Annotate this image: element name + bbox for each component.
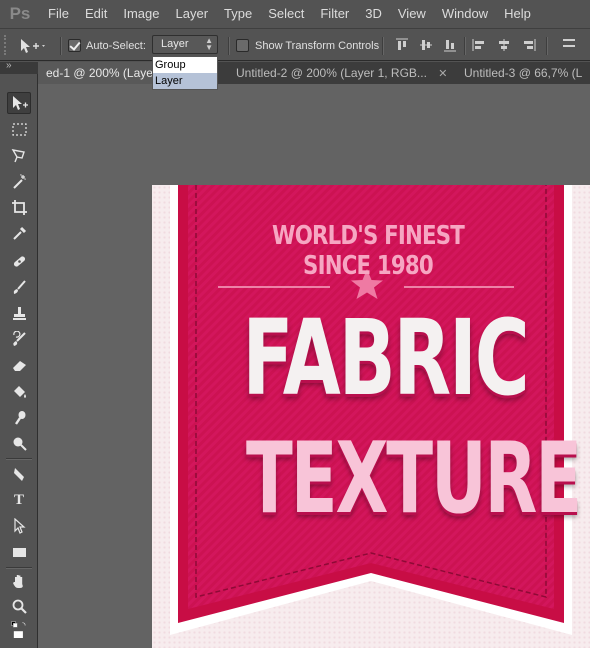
eraser-tool[interactable]: [7, 354, 31, 376]
tab-label: Untitled-2 @ 200% (Layer 1, RGB...: [236, 66, 427, 80]
dropdown-option-layer[interactable]: Layer: [153, 73, 217, 89]
close-icon[interactable]: ✕: [438, 63, 447, 84]
move-arrow-icon: [12, 95, 28, 110]
align-vcenter-icon[interactable]: [419, 38, 433, 52]
auto-select-checkbox[interactable]: [68, 39, 81, 52]
pen-icon: [13, 467, 24, 481]
stamp-icon: [12, 306, 26, 320]
menu-help[interactable]: Help: [496, 0, 539, 28]
show-transform-checkbox[interactable]: [236, 39, 249, 52]
document-tabs: ed-1 @ 200% (Layer Untitled-2 @ 200% (La…: [38, 62, 590, 84]
align-top-icon[interactable]: [395, 38, 409, 52]
menu-select[interactable]: Select: [260, 0, 312, 28]
show-transform-label: Show Transform Controls: [255, 40, 380, 52]
smudge-tool[interactable]: [7, 406, 31, 428]
path-selection-tool[interactable]: [7, 515, 31, 537]
auto-select-label: Auto-Select:: [86, 40, 146, 52]
color-swatches[interactable]: [4, 618, 34, 640]
zoom-tool[interactable]: [7, 595, 31, 617]
separator: [546, 37, 547, 55]
type-tool[interactable]: T: [7, 489, 31, 511]
separator: [382, 37, 383, 55]
crop-icon: [11, 199, 27, 215]
align-right-icon[interactable]: [522, 38, 536, 52]
hand-tool[interactable]: [7, 570, 31, 592]
align-left-icon[interactable]: [472, 38, 486, 52]
paint-bucket-icon: [13, 385, 26, 398]
eyedropper-tool[interactable]: [7, 222, 31, 244]
clone-stamp-tool[interactable]: [7, 302, 31, 324]
separator: [60, 37, 61, 55]
brush-icon: [13, 279, 26, 294]
bandage-icon: [13, 255, 25, 267]
distribute-top-icon[interactable]: [562, 38, 576, 52]
separator: [464, 37, 465, 55]
auto-select-value: Layer: [161, 38, 189, 50]
tool-preset-picker[interactable]: [18, 35, 58, 57]
move-tool-icon: [21, 39, 45, 53]
auto-select-dropdown[interactable]: Layer ▲ ▼: [152, 35, 218, 54]
menu-3d[interactable]: 3D: [357, 0, 390, 28]
tab-label: Untitled-3 @ 66,7% (L: [464, 66, 583, 80]
marquee-icon: [11, 122, 27, 136]
rectangle-icon: [12, 547, 26, 557]
history-brush-icon: [12, 330, 26, 346]
paint-bucket-tool[interactable]: [7, 380, 31, 402]
history-brush-tool[interactable]: [7, 328, 31, 350]
path-selection-icon: [13, 517, 26, 534]
eraser-icon: [12, 360, 26, 371]
app-logo: Ps: [9, 4, 31, 23]
move-tool[interactable]: [7, 92, 31, 114]
menu-filter[interactable]: Filter: [312, 0, 357, 28]
tools-panel: » T: [0, 60, 38, 648]
swap-colors-icon: [10, 620, 26, 638]
auto-select-options-list: Group Layer: [152, 56, 218, 90]
options-bar-grip[interactable]: [4, 35, 10, 55]
menu-bar: Ps File Edit Image Layer Type Select Fil…: [0, 0, 590, 28]
healing-brush-tool[interactable]: [7, 250, 31, 272]
brush-tool[interactable]: [7, 276, 31, 298]
menu-layer[interactable]: Layer: [168, 0, 217, 28]
title-line-2: TEXTURE: [246, 422, 582, 536]
menu-edit[interactable]: Edit: [77, 0, 115, 28]
dodge-tool[interactable]: [7, 432, 31, 454]
type-icon: T: [13, 491, 24, 508]
tools-separator: [6, 567, 32, 568]
hand-icon: [12, 574, 23, 588]
tagline-text: WORLD'S FINEST SINCE 1980: [272, 221, 465, 281]
collapse-chevron-icon[interactable]: »: [6, 60, 12, 71]
tab-untitled-3[interactable]: Untitled-3 @ 66,7% (L: [456, 62, 590, 84]
eyedropper-icon: [12, 226, 26, 240]
magic-wand-icon: [12, 173, 26, 189]
zoom-icon: [12, 599, 27, 614]
separator: [228, 37, 229, 55]
crop-tool[interactable]: [7, 196, 31, 218]
photoshop-window: Ps File Edit Image Layer Type Select Fil…: [0, 0, 590, 648]
menu-view[interactable]: View: [390, 0, 434, 28]
menu-file[interactable]: File: [40, 0, 77, 28]
align-hcenter-icon[interactable]: [497, 38, 511, 52]
canvas-workspace[interactable]: WORLD'S FINEST SINCE 1980 FABRIC TEXTURE: [38, 84, 590, 648]
document-canvas[interactable]: WORLD'S FINEST SINCE 1980 FABRIC TEXTURE: [152, 185, 590, 648]
dropdown-arrows-icon: ▲ ▼: [205, 36, 213, 52]
pen-tool[interactable]: [7, 463, 31, 485]
lasso-icon: [11, 148, 25, 162]
magic-wand-tool[interactable]: [7, 170, 31, 192]
rectangle-tool[interactable]: [7, 541, 31, 563]
tools-panel-header[interactable]: »: [0, 60, 38, 74]
tools-separator: [6, 458, 32, 459]
marquee-tool[interactable]: [7, 118, 31, 140]
options-bar: Auto-Select: Show Transform Controls: [0, 28, 590, 61]
menu-image[interactable]: Image: [115, 0, 167, 28]
tab-untitled-2[interactable]: Untitled-2 @ 200% (Layer 1, RGB... ✕: [228, 62, 456, 84]
menu-type[interactable]: Type: [216, 0, 260, 28]
align-bottom-icon[interactable]: [443, 38, 457, 52]
title-line-1: FABRIC: [242, 297, 529, 419]
smudge-finger-icon: [14, 410, 25, 425]
tab-label: ed-1 @ 200% (Layer: [46, 66, 157, 80]
dodge-icon: [13, 437, 27, 451]
lasso-tool[interactable]: [7, 144, 31, 166]
menu-window[interactable]: Window: [434, 0, 496, 28]
dropdown-option-group[interactable]: Group: [153, 57, 217, 73]
